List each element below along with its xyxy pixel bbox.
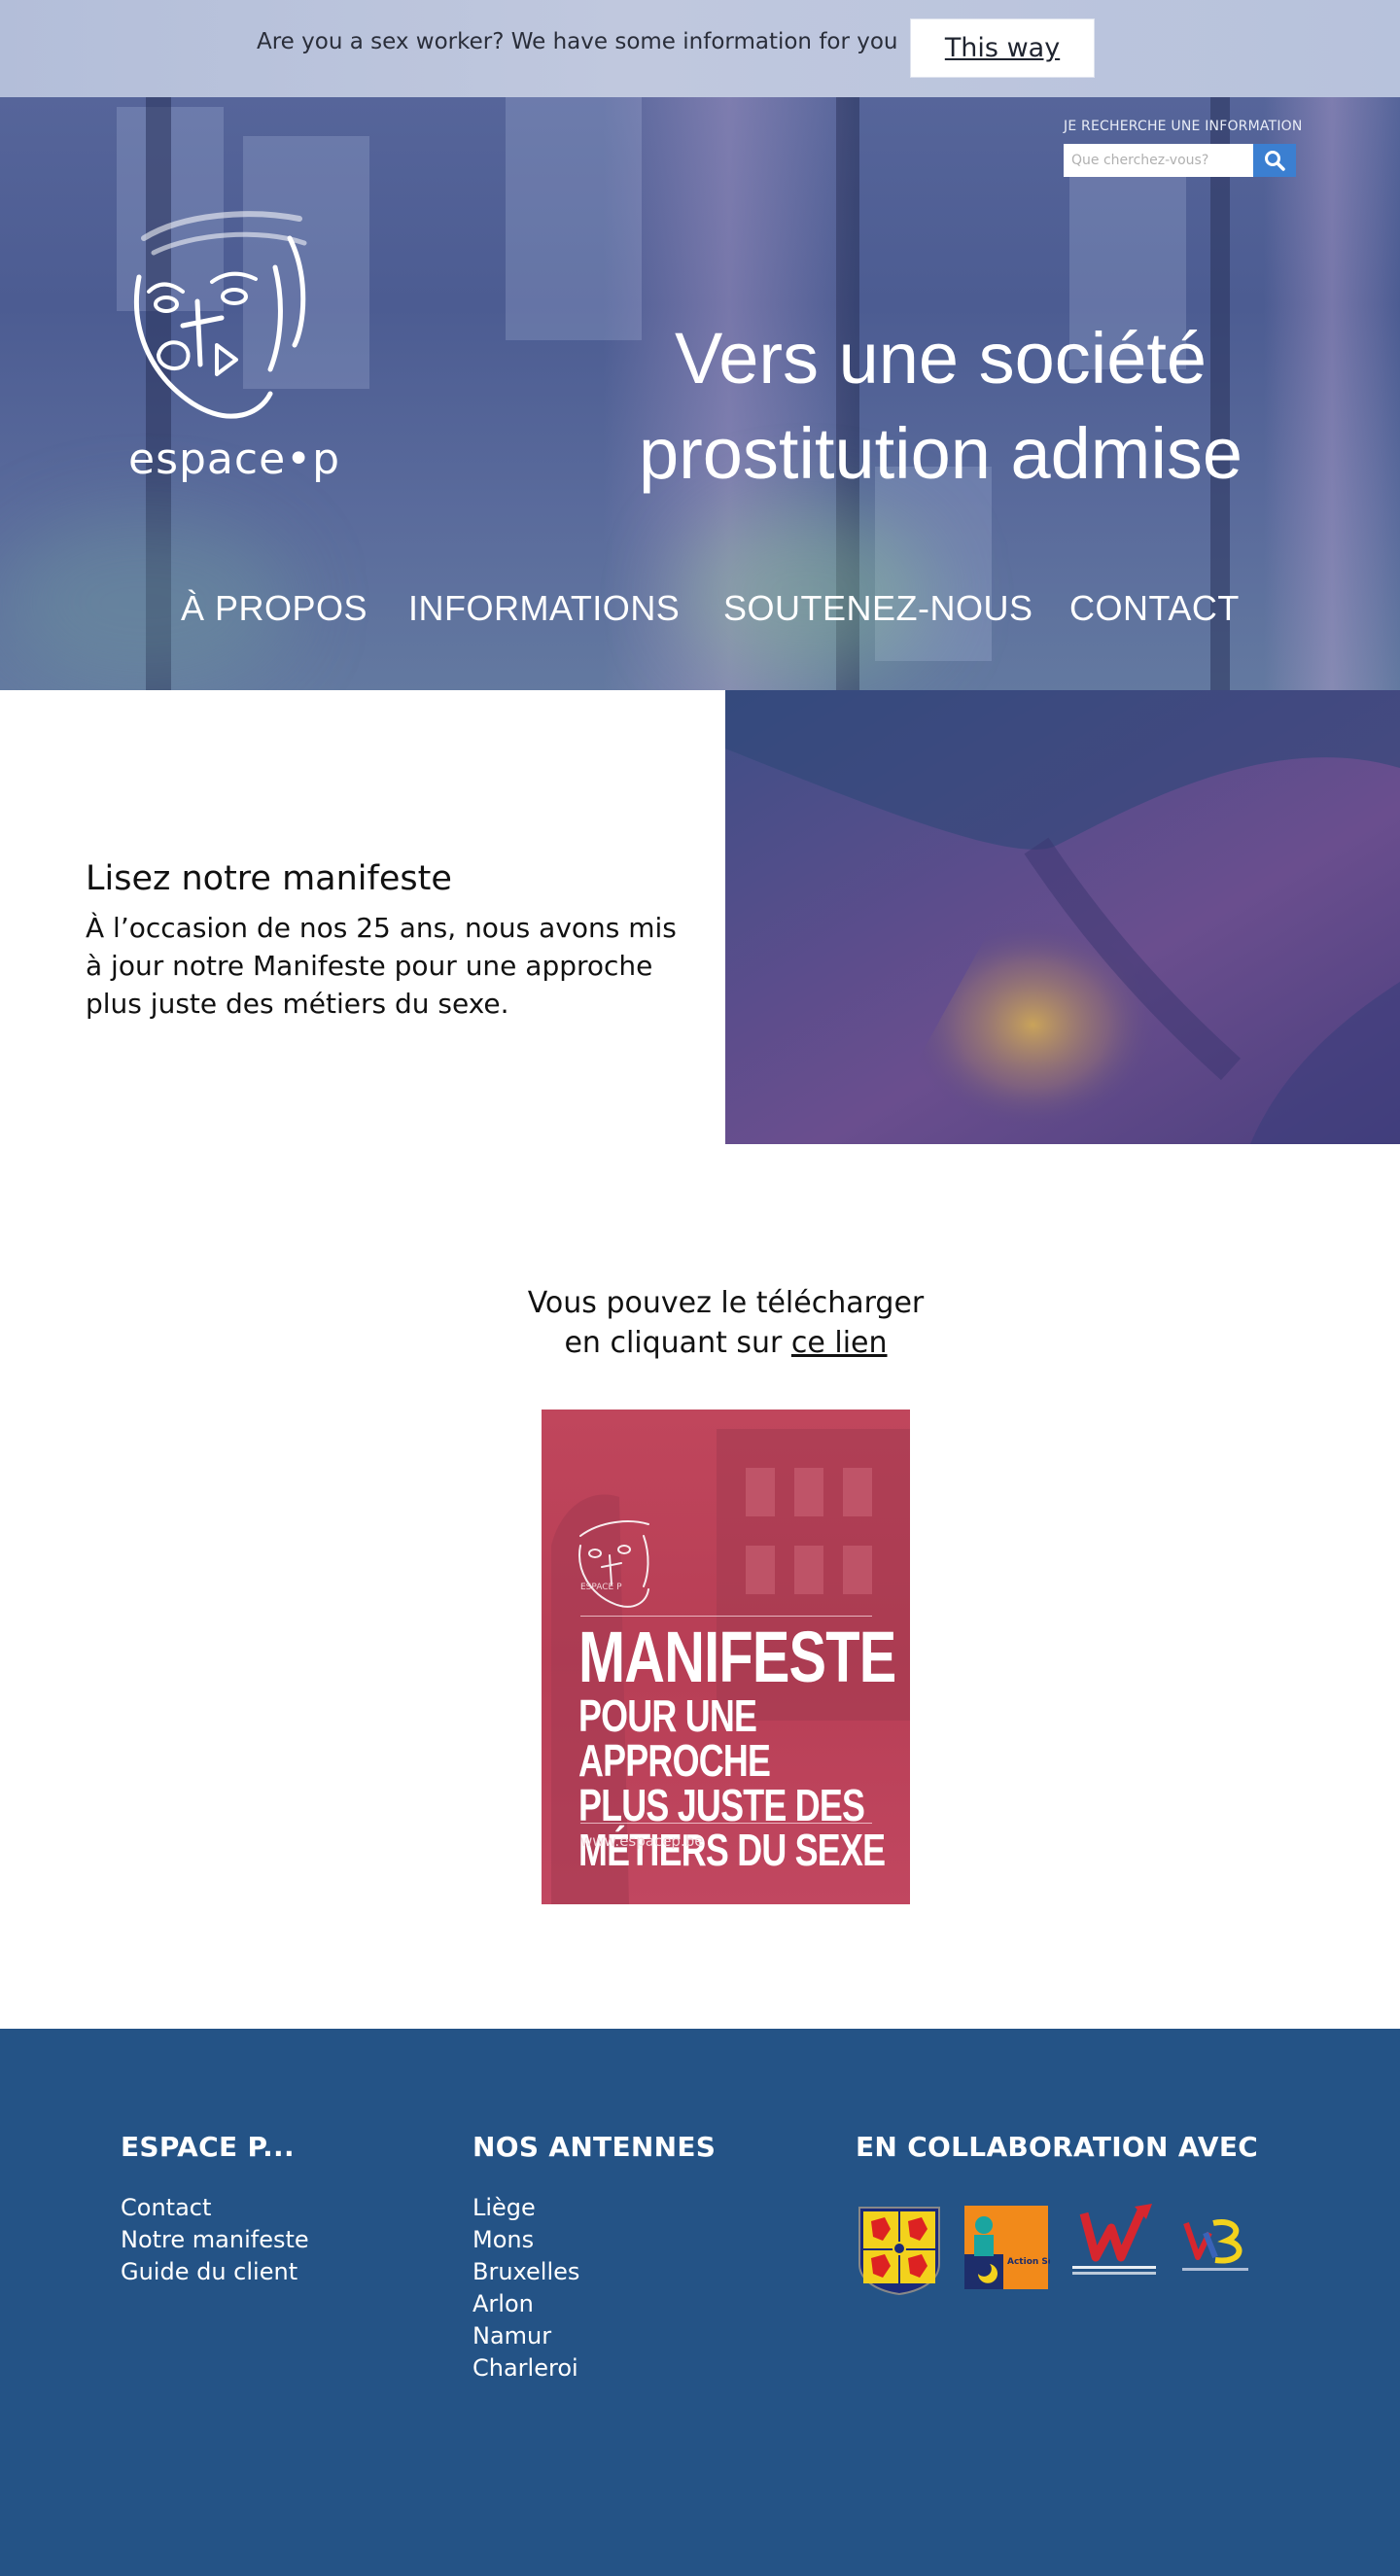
footer-heading: ESPACE P... <box>121 2131 295 2163</box>
nav-item-informations[interactable]: INFORMATIONS <box>408 588 680 629</box>
nav-item-contact[interactable]: CONTACT <box>1069 588 1240 629</box>
this-way-button[interactable]: This way <box>910 18 1095 78</box>
nav-item-a-propos[interactable]: À PROPOS <box>181 588 368 629</box>
wallonie-w-logo[interactable] <box>1065 2204 1162 2281</box>
manifest-heading: Lisez notre manifeste <box>86 859 452 899</box>
footer-link-guide-client[interactable]: Guide du client <box>121 2256 309 2288</box>
search-button[interactable] <box>1253 144 1296 177</box>
manifest-body: À l’occasion de nos 25 ans, nous avons m… <box>86 912 677 1020</box>
footer-column-collaboration: EN COLLABORATION AVEC <box>856 2131 1258 2192</box>
page: Are you a sex worker? We have some infor… <box>0 0 1400 2576</box>
footer-link-arlon[interactable]: Arlon <box>472 2288 716 2320</box>
footer-link-liege[interactable]: Liège <box>472 2192 716 2224</box>
download-line-2-prefix: en cliquant sur <box>564 1326 791 1360</box>
footer-link-namur[interactable]: Namur <box>472 2320 716 2352</box>
sex-worker-notice-bar: Are you a sex worker? We have some infor… <box>0 0 1400 98</box>
cover-divider <box>580 1823 872 1824</box>
action-sociale-caption: Action Sociale <box>1007 2257 1050 2267</box>
search-input[interactable] <box>1064 144 1254 177</box>
cover-publisher: ESPACE P <box>580 1583 622 1592</box>
footer-link-manifeste[interactable]: Notre manifeste <box>121 2224 309 2256</box>
face-logo-icon <box>133 211 307 419</box>
footer-link-charleroi[interactable]: Charleroi <box>472 2352 716 2385</box>
espace-p-wordmark: espace•p <box>128 435 341 484</box>
main-nav: À PROPOS INFORMATIONS SOUTENEZ-NOUS CONT… <box>0 588 1400 646</box>
federation-wallonie-bruxelles-logo[interactable] <box>1176 2204 1254 2281</box>
manifest-photo <box>725 690 1400 1144</box>
cover-title-line-2: POUR UNE APPROCHE <box>578 1690 771 1786</box>
search-label: JE RECHERCHE UNE INFORMATION <box>1064 119 1303 134</box>
footer-column-antennes: NOS ANTENNES Liège Mons Bruxelles Arlon … <box>472 2131 716 2385</box>
cover-url: www.espacep.be <box>580 1832 704 1850</box>
footer-link-contact[interactable]: Contact <box>121 2192 309 2224</box>
partner-logos: Action Sociale <box>856 2204 1264 2301</box>
footer-heading: NOS ANTENNES <box>472 2131 717 2163</box>
download-text: Vous pouvez le télécharger en cliquant s… <box>0 1283 1400 1363</box>
notice-text: Are you a sex worker? We have some infor… <box>257 29 898 54</box>
search-icon <box>1265 151 1285 171</box>
footer: ESPACE P... Contact Notre manifeste Guid… <box>0 2029 1400 2576</box>
footer-link-bruxelles[interactable]: Bruxelles <box>472 2256 716 2288</box>
manifesto-cover-image[interactable]: ESPACE P MANIFESTE POUR UNE APPROCHE PLU… <box>542 1410 910 1904</box>
action-sociale-logo[interactable]: Action Sociale <box>962 2204 1050 2291</box>
footer-column-espace-p: ESPACE P... Contact Notre manifeste Guid… <box>121 2131 309 2288</box>
nav-item-soutenez-nous[interactable]: SOUTENEZ-NOUS <box>723 588 1033 629</box>
abstract-fabric-image <box>725 690 1400 1144</box>
hero-banner: JE RECHERCHE UNE INFORMATION Que cherche… <box>0 97 1400 690</box>
footer-link-mons[interactable]: Mons <box>472 2224 716 2256</box>
hero-title: Vers une société prostitution admise <box>638 317 1243 494</box>
espace-p-logo[interactable]: espace•p <box>124 209 339 484</box>
download-link[interactable]: ce lien <box>791 1326 888 1360</box>
download-line-2: en cliquant sur ce lien <box>0 1323 1400 1363</box>
cover-title-line-3: PLUS JUSTE DES <box>578 1780 865 1830</box>
cover-title-line-1: MANIFESTE <box>578 1617 896 1697</box>
download-line-1: Vous pouvez le télécharger <box>527 1286 925 1320</box>
wallonia-coat-of-arms-logo[interactable] <box>856 2204 943 2296</box>
footer-heading: EN COLLABORATION AVEC <box>856 2131 1259 2163</box>
